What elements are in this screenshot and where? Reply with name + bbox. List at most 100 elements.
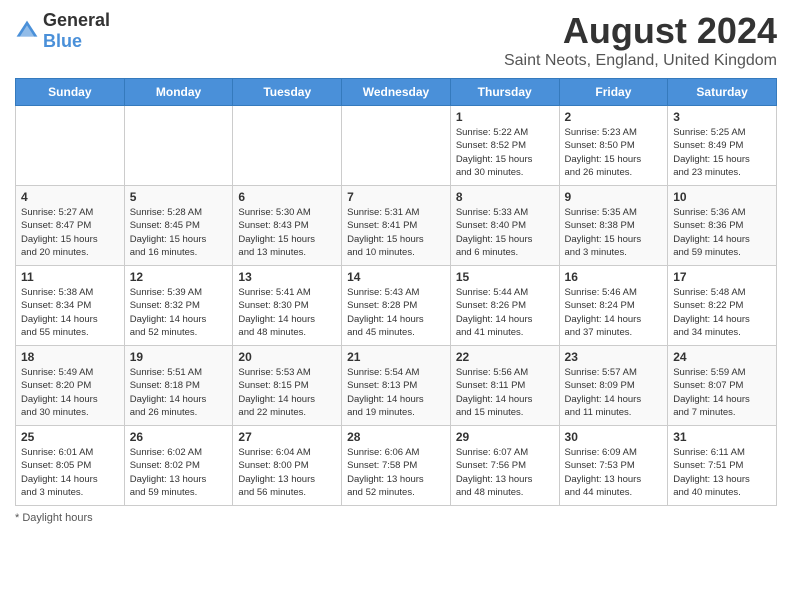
calendar-week-3: 11 Sunrise: 5:38 AM Sunset: 8:34 PM Dayli…	[16, 266, 777, 346]
day-info: Sunrise: 5:33 AM Sunset: 8:40 PM Dayligh…	[456, 206, 554, 259]
day-number: 20	[238, 350, 336, 364]
day-number: 27	[238, 430, 336, 444]
day-number: 15	[456, 270, 554, 284]
day-number: 25	[21, 430, 119, 444]
calendar-cell: 3 Sunrise: 5:25 AM Sunset: 8:49 PM Daylig…	[668, 106, 777, 186]
day-number: 7	[347, 190, 445, 204]
day-info: Sunrise: 5:38 AM Sunset: 8:34 PM Dayligh…	[21, 286, 119, 339]
day-info: Sunrise: 5:23 AM Sunset: 8:50 PM Dayligh…	[565, 126, 663, 179]
day-number: 30	[565, 430, 663, 444]
day-number: 10	[673, 190, 771, 204]
day-number: 8	[456, 190, 554, 204]
calendar-cell: 10Sunrise: 5:36 AM Sunset: 8:36 PM Dayli…	[668, 186, 777, 266]
calendar-cell: 28 Sunrise: 6:06 AM Sunset: 7:58 PM Dayli…	[342, 426, 451, 506]
day-number: 2	[565, 110, 663, 124]
calendar-cell: 15 Sunrise: 5:44 AM Sunset: 8:26 PM Dayli…	[450, 266, 559, 346]
calendar-cell: 17Sunrise: 5:48 AM Sunset: 8:22 PM Dayli…	[668, 266, 777, 346]
day-number: 19	[130, 350, 228, 364]
day-number: 14	[347, 270, 445, 284]
month-year: August 2024	[504, 10, 777, 52]
calendar-cell	[233, 106, 342, 186]
day-number: 26	[130, 430, 228, 444]
day-number: 11	[21, 270, 119, 284]
calendar-cell: 29Sunrise: 6:07 AM Sunset: 7:56 PM Dayli…	[450, 426, 559, 506]
calendar-week-2: 4 Sunrise: 5:27 AM Sunset: 8:47 PM Daylig…	[16, 186, 777, 266]
day-info: Sunrise: 5:57 AM Sunset: 8:09 PM Dayligh…	[565, 366, 663, 419]
day-number: 6	[238, 190, 336, 204]
day-number: 16	[565, 270, 663, 284]
day-info: Sunrise: 6:09 AM Sunset: 7:53 PM Dayligh…	[565, 446, 663, 499]
day-info: Sunrise: 5:44 AM Sunset: 8:26 PM Dayligh…	[456, 286, 554, 339]
day-number: 24	[673, 350, 771, 364]
calendar-week-4: 18 Sunrise: 5:49 AM Sunset: 8:20 PM Dayli…	[16, 346, 777, 426]
calendar-cell: 14 Sunrise: 5:43 AM Sunset: 8:28 PM Dayli…	[342, 266, 451, 346]
calendar-week-5: 25 Sunrise: 6:01 AM Sunset: 8:05 PM Dayli…	[16, 426, 777, 506]
calendar-cell: 22Sunrise: 5:56 AM Sunset: 8:11 PM Dayli…	[450, 346, 559, 426]
day-info: Sunrise: 6:06 AM Sunset: 7:58 PM Dayligh…	[347, 446, 445, 499]
calendar-cell: 27 Sunrise: 6:04 AM Sunset: 8:00 PM Dayli…	[233, 426, 342, 506]
calendar-cell	[16, 106, 125, 186]
calendar-cell: 20 Sunrise: 5:53 AM Sunset: 8:15 PM Dayli…	[233, 346, 342, 426]
calendar-cell: 4 Sunrise: 5:27 AM Sunset: 8:47 PM Daylig…	[16, 186, 125, 266]
day-number: 21	[347, 350, 445, 364]
col-monday: Monday	[124, 79, 233, 106]
calendar-cell: 9Sunrise: 5:35 AM Sunset: 8:38 PM Daylig…	[559, 186, 668, 266]
day-info: Sunrise: 5:56 AM Sunset: 8:11 PM Dayligh…	[456, 366, 554, 419]
calendar-week-1: 1 Sunrise: 5:22 AM Sunset: 8:52 PM Daylig…	[16, 106, 777, 186]
day-info: Sunrise: 5:49 AM Sunset: 8:20 PM Dayligh…	[21, 366, 119, 419]
day-info: Sunrise: 5:43 AM Sunset: 8:28 PM Dayligh…	[347, 286, 445, 339]
day-number: 9	[565, 190, 663, 204]
day-info: Sunrise: 5:28 AM Sunset: 8:45 PM Dayligh…	[130, 206, 228, 259]
day-info: Sunrise: 5:30 AM Sunset: 8:43 PM Dayligh…	[238, 206, 336, 259]
day-info: Sunrise: 5:53 AM Sunset: 8:15 PM Dayligh…	[238, 366, 336, 419]
day-info: Sunrise: 5:51 AM Sunset: 8:18 PM Dayligh…	[130, 366, 228, 419]
col-saturday: Saturday	[668, 79, 777, 106]
calendar-cell: 19 Sunrise: 5:51 AM Sunset: 8:18 PM Dayli…	[124, 346, 233, 426]
day-info: Sunrise: 6:11 AM Sunset: 7:51 PM Dayligh…	[673, 446, 771, 499]
day-number: 5	[130, 190, 228, 204]
header: General Blue August 2024 Saint Neots, En…	[15, 10, 777, 70]
calendar-cell: 30 Sunrise: 6:09 AM Sunset: 7:53 PM Dayli…	[559, 426, 668, 506]
calendar-cell: 7Sunrise: 5:31 AM Sunset: 8:41 PM Daylig…	[342, 186, 451, 266]
header-row: Sunday Monday Tuesday Wednesday Thursday…	[16, 79, 777, 106]
day-number: 18	[21, 350, 119, 364]
day-number: 1	[456, 110, 554, 124]
day-info: Sunrise: 6:07 AM Sunset: 7:56 PM Dayligh…	[456, 446, 554, 499]
day-info: Sunrise: 5:59 AM Sunset: 8:07 PM Dayligh…	[673, 366, 771, 419]
logo-icon	[15, 19, 39, 43]
day-number: 13	[238, 270, 336, 284]
col-wednesday: Wednesday	[342, 79, 451, 106]
calendar-cell: 5 Sunrise: 5:28 AM Sunset: 8:45 PM Daylig…	[124, 186, 233, 266]
calendar-cell: 18 Sunrise: 5:49 AM Sunset: 8:20 PM Dayli…	[16, 346, 125, 426]
day-number: 31	[673, 430, 771, 444]
day-info: Sunrise: 6:01 AM Sunset: 8:05 PM Dayligh…	[21, 446, 119, 499]
day-info: Sunrise: 6:04 AM Sunset: 8:00 PM Dayligh…	[238, 446, 336, 499]
calendar-cell: 25 Sunrise: 6:01 AM Sunset: 8:05 PM Dayli…	[16, 426, 125, 506]
day-info: Sunrise: 5:54 AM Sunset: 8:13 PM Dayligh…	[347, 366, 445, 419]
calendar-cell	[124, 106, 233, 186]
calendar-cell: 11 Sunrise: 5:38 AM Sunset: 8:34 PM Dayli…	[16, 266, 125, 346]
title-area: August 2024 Saint Neots, England, United…	[504, 10, 777, 70]
day-info: Sunrise: 6:02 AM Sunset: 8:02 PM Dayligh…	[130, 446, 228, 499]
footer-note: * Daylight hours	[15, 512, 777, 524]
calendar-cell	[342, 106, 451, 186]
calendar-cell: 2 Sunrise: 5:23 AM Sunset: 8:50 PM Daylig…	[559, 106, 668, 186]
day-number: 28	[347, 430, 445, 444]
calendar-cell: 26 Sunrise: 6:02 AM Sunset: 8:02 PM Dayli…	[124, 426, 233, 506]
calendar-cell: 1 Sunrise: 5:22 AM Sunset: 8:52 PM Daylig…	[450, 106, 559, 186]
day-number: 4	[21, 190, 119, 204]
day-info: Sunrise: 5:25 AM Sunset: 8:49 PM Dayligh…	[673, 126, 771, 179]
day-info: Sunrise: 5:41 AM Sunset: 8:30 PM Dayligh…	[238, 286, 336, 339]
calendar-cell: 12Sunrise: 5:39 AM Sunset: 8:32 PM Dayli…	[124, 266, 233, 346]
calendar-body: 1 Sunrise: 5:22 AM Sunset: 8:52 PM Daylig…	[16, 106, 777, 506]
calendar-header: Sunday Monday Tuesday Wednesday Thursday…	[16, 79, 777, 106]
day-info: Sunrise: 5:27 AM Sunset: 8:47 PM Dayligh…	[21, 206, 119, 259]
day-number: 12	[130, 270, 228, 284]
day-number: 3	[673, 110, 771, 124]
day-number: 17	[673, 270, 771, 284]
calendar-cell: 13 Sunrise: 5:41 AM Sunset: 8:30 PM Dayli…	[233, 266, 342, 346]
day-info: Sunrise: 5:22 AM Sunset: 8:52 PM Dayligh…	[456, 126, 554, 179]
col-thursday: Thursday	[450, 79, 559, 106]
calendar-cell: 21 Sunrise: 5:54 AM Sunset: 8:13 PM Dayli…	[342, 346, 451, 426]
col-sunday: Sunday	[16, 79, 125, 106]
